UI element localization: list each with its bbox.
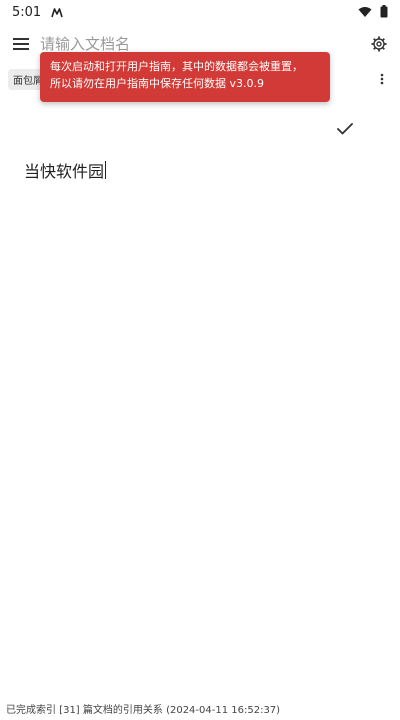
hamburger-menu-icon[interactable] [10,33,32,55]
wifi-icon [358,3,372,22]
more-vertical-icon[interactable] [374,70,390,88]
check-icon[interactable] [334,118,356,140]
status-time: 5:01 [12,4,42,20]
status-bar: 5:01 [0,0,400,24]
gear-icon[interactable] [368,33,390,55]
app-screen: 5:01 请输入文档名 面包屑 每次启动和打开用户指南，其中的数据都会被重置， … [0,0,400,720]
status-right [358,3,388,22]
editor-text[interactable]: 当快软件园 [24,158,104,182]
index-status-text: 已完成索引 [31] 篇文档的引用关系 (2024-04-11 16:52:37… [6,705,281,716]
warning-toast: 每次启动和打开用户指南，其中的数据都会被重置， 所以请勿在用户指南中保存任何数据… [40,52,330,102]
status-left: 5:01 [12,3,63,22]
battery-icon [380,3,388,22]
toast-line-1: 每次启动和打开用户指南，其中的数据都会被重置， [50,60,303,73]
app-notification-icon [51,3,63,22]
toast-line-2: 所以请勿在用户指南中保存任何数据 v3.0.9 [50,77,264,90]
document-editor[interactable]: 当快软件园 [24,158,364,182]
text-caret [105,161,107,179]
